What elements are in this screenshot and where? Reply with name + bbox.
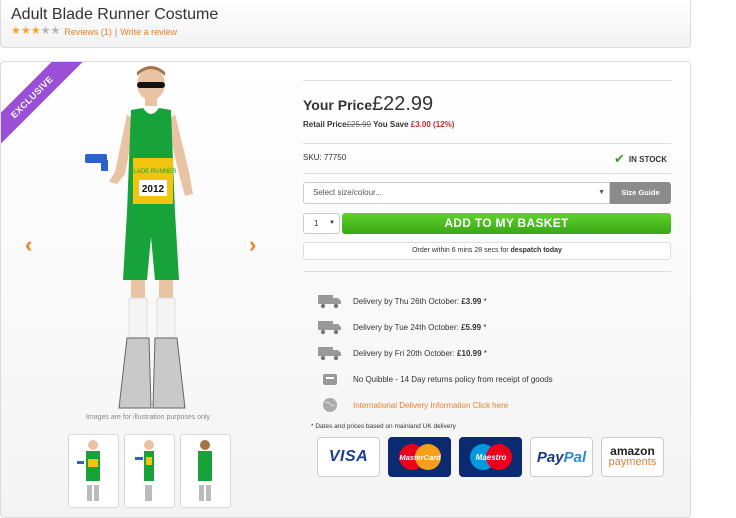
divider xyxy=(303,173,671,174)
size-select[interactable]: Select size/colour... ▼ xyxy=(303,182,610,204)
retail-label: Retail Price xyxy=(303,120,347,129)
you-save-label: You Save xyxy=(371,120,411,129)
main-product-image[interactable]: BLADE RUNNER 2012 xyxy=(81,62,221,412)
international-delivery-link[interactable]: International Delivery Information Click… xyxy=(353,401,508,410)
maestro-logo: Maestro xyxy=(459,437,522,477)
delivery-option: Delivery by Tue 24th October: £5.99 * xyxy=(317,314,553,340)
illustration-note: Images are for illustration purposes onl… xyxy=(85,414,211,421)
star-filled-icon: ★ xyxy=(11,25,21,37)
caret-down-icon: ▼ xyxy=(329,220,335,226)
returns-icon xyxy=(317,371,343,387)
divider xyxy=(303,271,671,272)
globe-icon xyxy=(317,397,343,413)
delivery-price: £10.99 xyxy=(457,348,482,358)
price-value: £22.99 xyxy=(372,93,434,115)
product-header: Adult Blade Runner Costume ★ ★ ★ ★ ★ Rev… xyxy=(0,0,691,48)
amazon-payments-text: payments xyxy=(608,456,657,468)
retail-row: Retail Price£25.99 You Save £3.00 (12%) xyxy=(303,120,671,129)
star-empty-icon: ★ xyxy=(50,25,61,37)
delivery-text: Delivery by Tue 24th October: xyxy=(353,322,462,332)
caret-down-icon: ▼ xyxy=(598,189,605,196)
product-panel: EXCLUSIVE ‹ › BLADE RUNNER 2012 Images a… xyxy=(0,61,691,518)
maestro-logo-text: Maestro xyxy=(475,453,506,462)
paypal-logo: PayPal xyxy=(530,437,593,477)
write-review-link[interactable]: Write a review xyxy=(120,27,177,37)
mastercard-logo-text: MasterCard xyxy=(399,453,441,462)
truck-icon xyxy=(317,293,343,309)
stock-status: ✔ IN STOCK xyxy=(614,151,667,167)
paypal-logo-text-a: Pay xyxy=(536,448,564,466)
despatch-today: despatch today xyxy=(510,247,562,254)
payment-logos: VISA MasterCard Maestro PayPal amazon pa… xyxy=(317,437,664,477)
thumbnail-strip xyxy=(68,434,231,508)
stock-status-label: IN STOCK xyxy=(628,154,667,164)
reviews-link[interactable]: Reviews (1) xyxy=(64,27,112,37)
bib-number: 2012 xyxy=(142,184,165,195)
thumbnail-front[interactable] xyxy=(68,434,119,508)
divider xyxy=(303,143,671,144)
returns-policy: No Quibble - 14 Day returns policy from … xyxy=(317,366,553,392)
delivery-list: Delivery by Thu 26th October: £3.99 * De… xyxy=(317,288,553,418)
price-block: Your Price £22.99 Retail Price£25.99 You… xyxy=(303,80,671,129)
separator: | xyxy=(114,26,118,37)
thumbnail-back[interactable] xyxy=(180,434,231,508)
size-guide-button[interactable]: Size Guide xyxy=(610,182,671,204)
image-gallery: EXCLUSIVE ‹ › BLADE RUNNER 2012 Images a… xyxy=(1,62,281,427)
delivery-suffix: * xyxy=(481,322,487,332)
quantity-select[interactable]: 1 ▼ xyxy=(303,213,340,234)
paypal-logo-text-b: Pal xyxy=(563,448,587,466)
vest-text: BLADE RUNNER xyxy=(129,169,177,175)
size-select-placeholder: Select size/colour... xyxy=(313,188,382,197)
size-select-row: Select size/colour... ▼ Size Guide xyxy=(303,182,671,204)
you-save-value: £3.00 (12%) xyxy=(410,120,455,129)
your-price-label: Your Price xyxy=(303,97,372,113)
exclusive-ribbon: EXCLUSIVE xyxy=(1,62,86,151)
despatch-prefix: Order within 6 mins 28 secs for xyxy=(412,247,511,254)
delivery-text: Delivery by Fri 20th October: xyxy=(353,348,458,358)
product-title: Adult Blade Runner Costume xyxy=(11,6,219,23)
star-filled-icon: ★ xyxy=(30,25,41,37)
delivery-option: Delivery by Thu 26th October: £3.99 * xyxy=(317,288,553,314)
delivery-text: Delivery by Thu 26th October: xyxy=(353,296,462,306)
sku: SKU: 77750 xyxy=(303,153,347,162)
delivery-price: £5.99 xyxy=(461,322,482,332)
retail-price: £25.99 xyxy=(346,120,372,129)
amazon-payments-logo: amazon payments xyxy=(601,437,664,477)
international-delivery: International Delivery Information Click… xyxy=(317,392,553,418)
truck-icon xyxy=(317,319,343,335)
delivery-price: £3.99 xyxy=(461,296,482,306)
visa-logo-text: VISA xyxy=(328,448,369,465)
add-to-basket-button[interactable]: ADD TO MY BASKET xyxy=(342,213,671,234)
check-icon: ✔ xyxy=(614,151,625,166)
visa-logo: VISA xyxy=(317,437,380,477)
gallery-next-arrow[interactable]: › xyxy=(249,232,256,258)
star-rating: ★ ★ ★ ★ ★ xyxy=(11,26,60,37)
despatch-countdown: Order within 6 mins 28 secs for despatch… xyxy=(303,242,671,260)
returns-text: No Quibble - 14 Day returns policy from … xyxy=(353,374,553,384)
star-filled-icon: ★ xyxy=(20,25,31,37)
quantity-value: 1 xyxy=(314,219,319,228)
gallery-prev-arrow[interactable]: ‹ xyxy=(25,232,32,258)
rating-row: ★ ★ ★ ★ ★ Reviews (1) | Write a review xyxy=(11,26,177,37)
thumbnail-side[interactable] xyxy=(124,434,175,508)
truck-icon xyxy=(317,345,343,361)
delivery-option: Delivery by Fri 20th October: £10.99 * xyxy=(317,340,553,366)
delivery-suffix: * xyxy=(481,348,487,358)
star-empty-icon: ★ xyxy=(40,25,51,37)
delivery-suffix: * xyxy=(481,296,487,306)
mastercard-logo: MasterCard xyxy=(388,437,451,477)
basket-row: 1 ▼ ADD TO MY BASKET xyxy=(303,213,671,234)
delivery-footnote: * Dates and prices based on mainland UK … xyxy=(311,423,456,430)
